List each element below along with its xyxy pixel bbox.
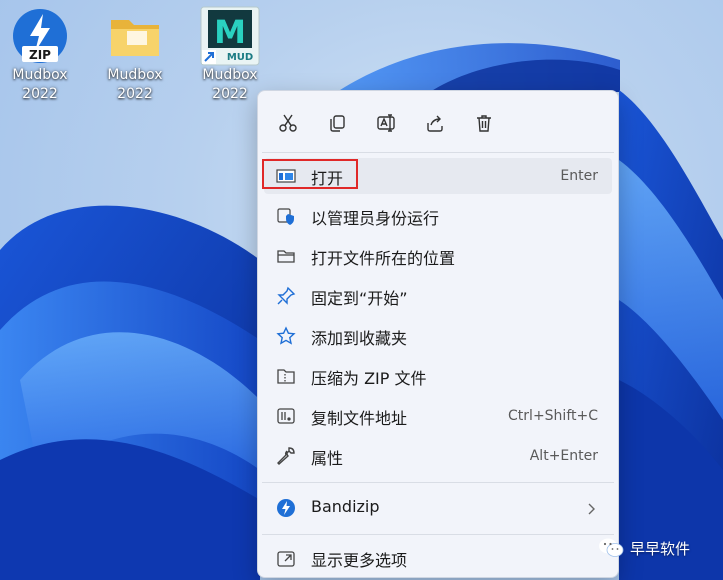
copy-path-icon (276, 406, 296, 426)
bandizip-icon (276, 498, 296, 518)
menu-item-label: 以管理员身份运行 (311, 209, 440, 228)
folder-icon (105, 6, 165, 66)
menu-item-label: 显示更多选项 (311, 551, 408, 570)
menu-item-label: 固定到“开始” (311, 289, 408, 308)
menu-item-run-as-admin[interactable]: 以管理员身份运行 (264, 198, 612, 234)
delete-button[interactable] (464, 103, 504, 143)
desktop-icon-label: Mudbox (12, 67, 68, 83)
desktop[interactable]: ZIP Mudbox 2022 Mudbox 2022 M MUD Mudbox… (0, 0, 723, 580)
menu-item-add-to-favorites[interactable]: 添加到收藏夹 (264, 318, 612, 354)
menu-item-label: 复制文件地址 (311, 409, 408, 428)
menu-item-show-more-options[interactable]: 显示更多选项 (264, 540, 612, 576)
menu-separator (262, 152, 614, 153)
menu-item-label: 添加到收藏夹 (311, 329, 408, 348)
context-menu: 打开 Enter 以管理员身份运行 打开文件所在的位置 固定到“开始” 添加到收… (257, 90, 619, 578)
delete-icon (477, 115, 491, 132)
cut-button[interactable] (268, 103, 308, 143)
menu-item-label: 打开 (311, 169, 344, 188)
menu-separator (262, 482, 614, 483)
menu-item-label: Bandizip (311, 497, 380, 516)
folder-outline-icon (276, 246, 296, 266)
menu-item-shortcut: Ctrl+Shift+C (508, 408, 598, 424)
pin-icon (276, 286, 296, 306)
copy-icon (330, 115, 345, 132)
menu-item-properties[interactable]: 属性 Alt+Enter (264, 438, 612, 474)
rename-button[interactable] (366, 103, 406, 143)
share-button[interactable] (415, 103, 455, 143)
menu-item-label: 属性 (311, 449, 344, 468)
desktop-icon-mudbox[interactable]: M MUD Mudbox 2022 (190, 6, 270, 104)
menu-item-compress-zip[interactable]: 压缩为 ZIP 文件 (264, 358, 612, 394)
show-more-icon (276, 548, 296, 568)
mud-badge-text: MUD (227, 52, 253, 63)
desktop-icon-label: Mudbox (107, 67, 163, 83)
copy-button[interactable] (317, 103, 357, 143)
desktop-icon-label: Mudbox (202, 67, 258, 83)
chevron-right-icon (586, 501, 596, 520)
menu-item-open[interactable]: 打开 Enter (262, 158, 612, 194)
watermark: 早早软件 (598, 534, 690, 562)
zip-compress-icon (276, 366, 296, 386)
menu-item-label: 压缩为 ZIP 文件 (311, 369, 427, 388)
mudbox-shortcut-icon: M MUD (200, 6, 260, 66)
wechat-icon (599, 538, 624, 557)
desktop-icon-label: 2022 (22, 86, 58, 102)
menu-item-copy-path[interactable]: 复制文件地址 Ctrl+Shift+C (264, 398, 612, 434)
zip-badge-text: ZIP (29, 48, 51, 62)
menu-item-label: 打开文件所在的位置 (311, 249, 456, 268)
menu-item-shortcut: Enter (560, 168, 598, 184)
open-window-icon (276, 166, 296, 186)
share-icon (427, 115, 443, 132)
desktop-icon-zip[interactable]: ZIP Mudbox 2022 (0, 6, 80, 104)
menu-item-shortcut: Alt+Enter (529, 448, 598, 464)
menu-item-pin-to-start[interactable]: 固定到“开始” (264, 278, 612, 314)
star-icon (276, 326, 296, 346)
watermark-text: 早早软件 (630, 539, 691, 558)
bandizip-zip-file-icon: ZIP (10, 6, 70, 66)
rename-icon (377, 114, 395, 132)
mudbox-logo-letter: M (214, 13, 246, 51)
menu-item-open-file-location[interactable]: 打开文件所在的位置 (264, 238, 612, 274)
cut-icon (279, 114, 297, 132)
shield-icon (276, 206, 296, 226)
desktop-icon-folder[interactable]: Mudbox 2022 (95, 6, 175, 104)
wrench-icon (276, 446, 296, 466)
desktop-icon-label: 2022 (117, 86, 153, 102)
menu-item-bandizip[interactable]: Bandizip (264, 490, 612, 526)
menu-separator (262, 534, 614, 535)
